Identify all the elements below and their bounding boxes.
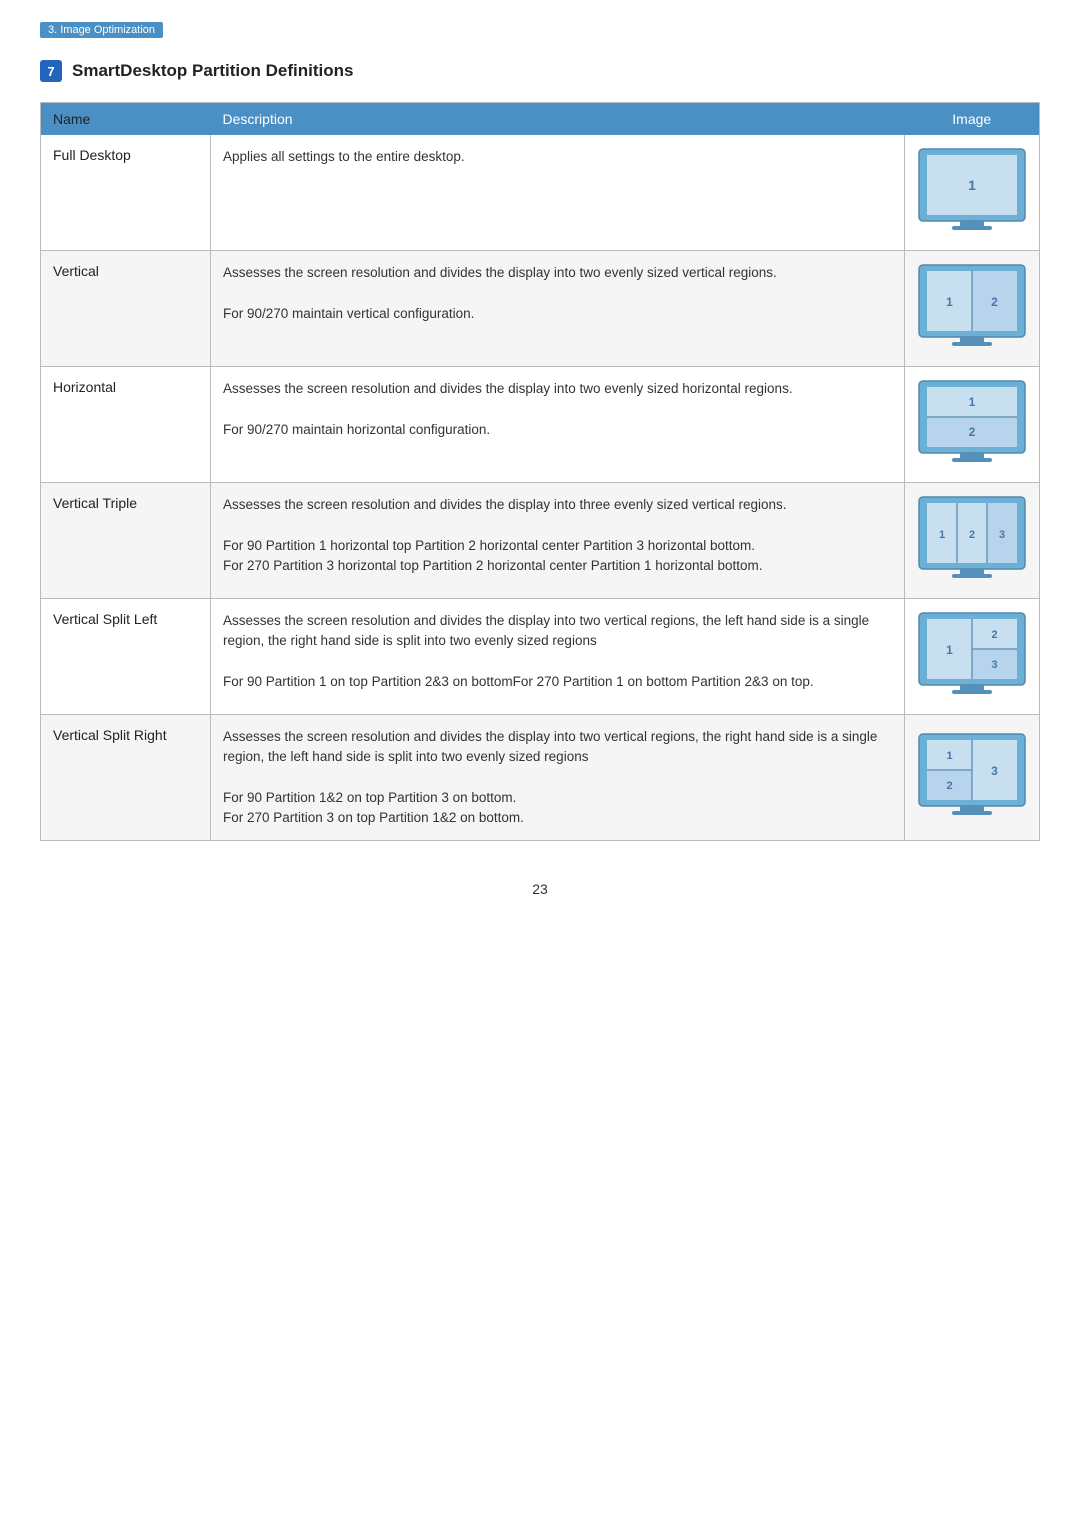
section-number: 7 [40,60,62,82]
partition-definitions-table: Name Description Image Full DesktopAppli… [40,102,1040,841]
svg-text:1: 1 [946,643,953,657]
partition-name: Vertical Split Right [41,715,211,841]
svg-text:1: 1 [939,529,945,541]
table-row: VerticalAssesses the screen resolution a… [41,251,1040,367]
partition-description: Applies all settings to the entire deskt… [211,135,905,251]
col-header-name: Name [41,103,211,136]
svg-text:2: 2 [969,529,975,541]
svg-text:2: 2 [991,295,998,309]
partition-image: 1 2 [905,367,1040,483]
svg-text:2: 2 [991,629,997,641]
partition-description: Assesses the screen resolution and divid… [211,483,905,599]
svg-text:1: 1 [969,395,976,409]
breadcrumb: 3. Image Optimization [40,22,163,38]
partition-image: 1 2 3 [905,483,1040,599]
partition-name: Vertical Triple [41,483,211,599]
col-header-image: Image [905,103,1040,136]
partition-description: Assesses the screen resolution and divid… [211,715,905,841]
table-row: Vertical TripleAssesses the screen resol… [41,483,1040,599]
table-row: Vertical Split RightAssesses the screen … [41,715,1040,841]
partition-image: 1 2 3 [905,599,1040,715]
page-number: 23 [40,881,1040,897]
partition-description: Assesses the screen resolution and divid… [211,599,905,715]
table-row: HorizontalAssesses the screen resolution… [41,367,1040,483]
partition-description: Assesses the screen resolution and divid… [211,367,905,483]
svg-text:1: 1 [946,750,952,762]
table-row: Vertical Split LeftAssesses the screen r… [41,599,1040,715]
svg-text:3: 3 [991,764,998,778]
partition-image: 1 [905,135,1040,251]
svg-text:3: 3 [999,529,1005,541]
partition-name: Vertical Split Left [41,599,211,715]
svg-text:2: 2 [969,425,976,439]
svg-text:3: 3 [991,659,997,671]
partition-name: Horizontal [41,367,211,483]
partition-image: 1 2 3 [905,715,1040,841]
section-title: SmartDesktop Partition Definitions [72,61,353,81]
partition-description: Assesses the screen resolution and divid… [211,251,905,367]
partition-image: 1 2 [905,251,1040,367]
partition-name: Vertical [41,251,211,367]
svg-text:2: 2 [946,780,952,792]
svg-text:1: 1 [946,295,953,309]
svg-text:1: 1 [968,177,976,193]
col-header-description: Description [211,103,905,136]
partition-name: Full Desktop [41,135,211,251]
table-row: Full DesktopApplies all settings to the … [41,135,1040,251]
